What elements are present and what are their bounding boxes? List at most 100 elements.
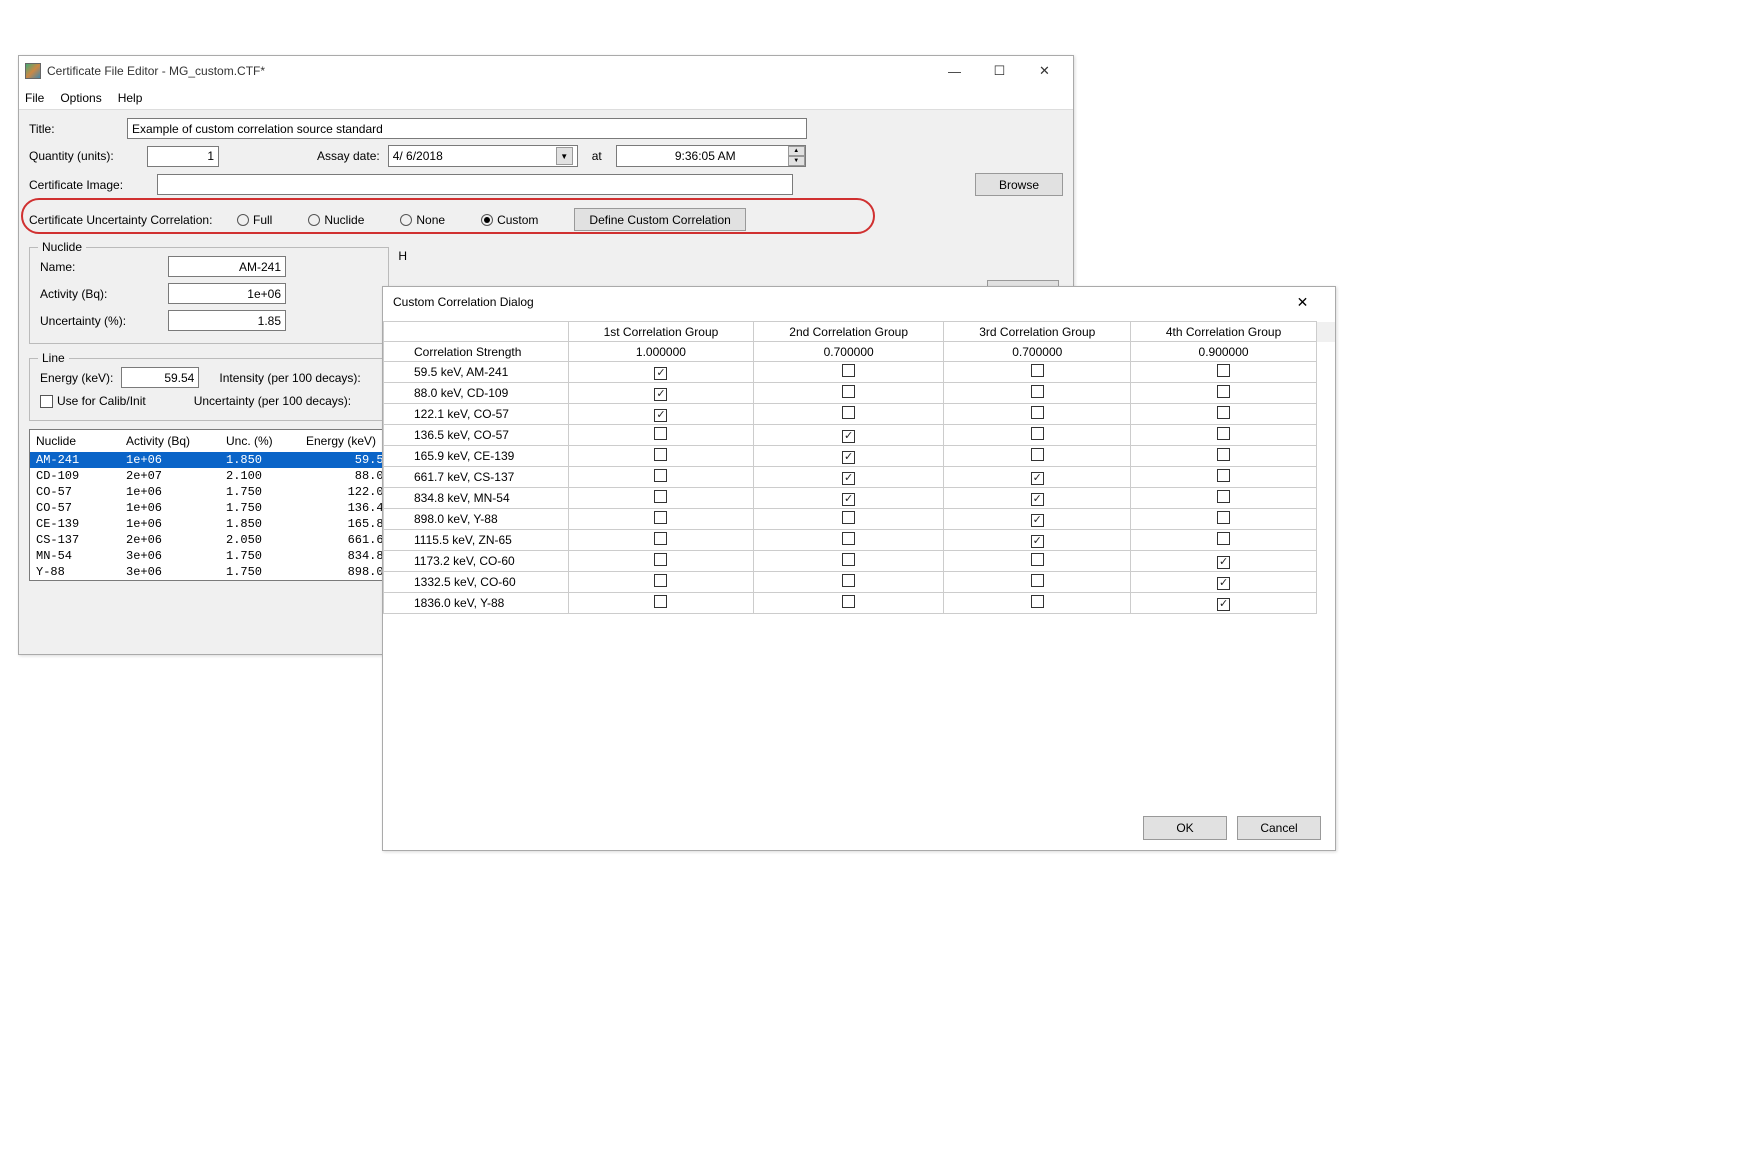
corr-checkbox[interactable] [1217,532,1230,545]
menu-file[interactable]: File [25,91,44,105]
corr-checkbox[interactable] [842,385,855,398]
list-row[interactable]: AM-2411e+061.85059.540 [30,452,388,468]
corr-checkbox[interactable] [1217,577,1230,590]
corr-checkbox[interactable] [1031,553,1044,566]
assay-time-spinner[interactable]: 9:36:05 AM ▲ ▼ [616,145,806,167]
corr-checkbox[interactable] [842,430,855,443]
col-unc: Unc. (%) [226,434,306,448]
corr-checkbox[interactable] [1031,385,1044,398]
corr-checkbox[interactable] [1217,427,1230,440]
strength-value-3[interactable]: 0.700000 [944,342,1131,362]
list-row[interactable]: CS-1372e+062.050661.650 [30,532,388,548]
corr-checkbox[interactable] [1031,595,1044,608]
energy-input[interactable] [121,367,199,388]
minimize-button[interactable]: — [932,57,977,85]
nuclide-name-input[interactable] [168,256,286,277]
corr-checkbox[interactable] [1217,469,1230,482]
radio-full[interactable]: Full [237,213,272,227]
corr-row: 88.0 keV, CD-109 [384,383,1335,404]
corr-checkbox[interactable] [654,409,667,422]
corr-checkbox[interactable] [842,472,855,485]
corr-checkbox[interactable] [1217,556,1230,569]
corr-checkbox[interactable] [1217,448,1230,461]
corr-checkbox[interactable] [842,406,855,419]
corr-checkbox[interactable] [654,574,667,587]
define-correlation-button[interactable]: Define Custom Correlation [574,208,745,231]
corr-row: 59.5 keV, AM-241 [384,362,1335,383]
corr-checkbox[interactable] [842,553,855,566]
corr-checkbox[interactable] [654,448,667,461]
corr-checkbox[interactable] [1217,385,1230,398]
menu-options[interactable]: Options [60,91,101,105]
corr-checkbox[interactable] [1031,472,1044,485]
cancel-button[interactable]: Cancel [1237,816,1321,840]
corr-checkbox[interactable] [654,388,667,401]
corr-checkbox[interactable] [1031,535,1044,548]
radio-nuclide[interactable]: Nuclide [308,213,364,227]
corr-checkbox[interactable] [1217,490,1230,503]
spinner-down-icon[interactable]: ▼ [788,156,805,166]
list-row[interactable]: CO-571e+061.750122.063 [30,484,388,500]
app-icon [25,63,41,79]
radio-custom[interactable]: Custom [481,213,538,227]
nuclide-list[interactable]: Nuclide Activity (Bq) Unc. (%) Energy (k… [29,429,389,581]
list-row[interactable]: Y-883e+061.750898.021 [30,564,388,580]
maximize-button[interactable]: ☐ [977,57,1022,85]
corr-checkbox[interactable] [842,532,855,545]
group-4-header: 4th Correlation Group [1131,322,1317,342]
strength-value-1[interactable]: 1.000000 [569,342,754,362]
spinner-up-icon[interactable]: ▲ [788,146,805,156]
dialog-close-button[interactable]: ✕ [1280,288,1325,316]
list-row[interactable]: MN-543e+061.750834.827 [30,548,388,564]
list-row[interactable]: CE-1391e+061.850165.850 [30,516,388,532]
close-button[interactable]: ✕ [1022,57,1067,85]
corr-corner [384,322,569,342]
corr-checkbox[interactable] [654,553,667,566]
corr-checkbox[interactable] [1217,598,1230,611]
browse-button[interactable]: Browse [975,173,1063,196]
corr-checkbox[interactable] [1217,511,1230,524]
corr-checkbox[interactable] [654,469,667,482]
list-row[interactable]: CD-1092e+072.10088.032 [30,468,388,484]
corr-row-label: 661.7 keV, CS-137 [384,467,569,488]
corr-checkbox[interactable] [1031,448,1044,461]
corr-checkbox[interactable] [1031,493,1044,506]
assay-date-value: 4/ 6/2018 [393,149,552,163]
corr-checkbox[interactable] [1031,427,1044,440]
title-input[interactable] [127,118,807,139]
ok-button[interactable]: OK [1143,816,1227,840]
use-calib-checkbox[interactable]: Use for Calib/Init [40,394,146,408]
cert-image-input[interactable] [157,174,793,195]
corr-checkbox[interactable] [1031,514,1044,527]
corr-checkbox[interactable] [654,511,667,524]
corr-row-label: 1173.2 keV, CO-60 [384,551,569,572]
nuclide-legend: Nuclide [38,240,86,254]
corr-checkbox[interactable] [654,532,667,545]
corr-checkbox[interactable] [842,493,855,506]
corr-checkbox[interactable] [1217,406,1230,419]
strength-value-4[interactable]: 0.900000 [1131,342,1317,362]
corr-checkbox[interactable] [842,364,855,377]
corr-checkbox[interactable] [654,367,667,380]
nuclide-unc-input[interactable] [168,310,286,331]
corr-checkbox[interactable] [842,451,855,464]
corr-checkbox[interactable] [1217,364,1230,377]
strength-value-2[interactable]: 0.700000 [753,342,944,362]
window-title: Certificate File Editor - MG_custom.CTF* [47,64,932,78]
corr-checkbox[interactable] [842,511,855,524]
radio-none[interactable]: None [400,213,445,227]
corr-checkbox[interactable] [654,490,667,503]
menu-help[interactable]: Help [118,91,143,105]
corr-checkbox[interactable] [842,574,855,587]
corr-checkbox[interactable] [1031,574,1044,587]
list-row[interactable]: CO-571e+061.750136.476 [30,500,388,516]
corr-checkbox[interactable] [842,595,855,608]
corr-row: 122.1 keV, CO-57 [384,404,1335,425]
assay-date-dropdown[interactable]: 4/ 6/2018 ▼ [388,145,578,167]
corr-checkbox[interactable] [1031,364,1044,377]
corr-checkbox[interactable] [654,595,667,608]
corr-checkbox[interactable] [654,427,667,440]
quantity-input[interactable] [147,146,219,167]
nuclide-activity-input[interactable] [168,283,286,304]
corr-checkbox[interactable] [1031,406,1044,419]
